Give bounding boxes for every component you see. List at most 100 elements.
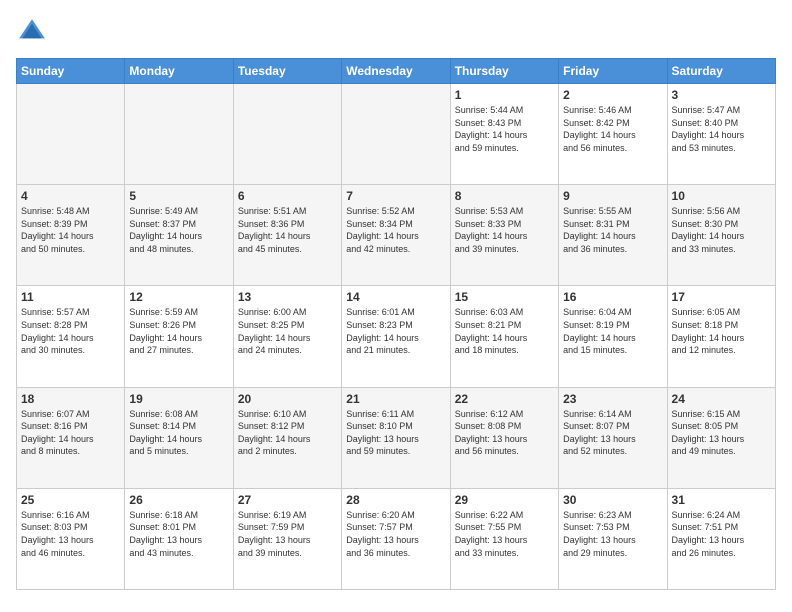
day-info: Sunrise: 5:47 AM Sunset: 8:40 PM Dayligh… (672, 104, 771, 154)
calendar-cell: 31Sunrise: 6:24 AM Sunset: 7:51 PM Dayli… (667, 488, 775, 589)
calendar-table: SundayMondayTuesdayWednesdayThursdayFrid… (16, 58, 776, 590)
day-number: 12 (129, 290, 228, 304)
calendar-cell: 13Sunrise: 6:00 AM Sunset: 8:25 PM Dayli… (233, 286, 341, 387)
calendar-cell: 21 Sunrise: 6:11 AM Sunset: 8:10 PM Dayli… (342, 387, 450, 488)
calendar-cell: 1Sunrise: 5:44 AM Sunset: 8:43 PM Daylig… (450, 84, 558, 185)
day-number: 14 (346, 290, 445, 304)
calendar-cell: 7 Sunrise: 5:52 AM Sunset: 8:34 PM Daylig… (342, 185, 450, 286)
day-number: 21 (346, 392, 445, 406)
day-number: 23 (563, 392, 662, 406)
day-header: Tuesday (233, 59, 341, 84)
day-info: Sunrise: 6:04 AM Sunset: 8:19 PM Dayligh… (563, 306, 662, 356)
calendar-cell: 5 Sunrise: 5:49 AM Sunset: 8:37 PM Daylig… (125, 185, 233, 286)
day-number: 29 (455, 493, 554, 507)
day-info: Sunrise: 5:55 AM Sunset: 8:31 PM Dayligh… (563, 205, 662, 255)
calendar-cell: 27Sunrise: 6:19 AM Sunset: 7:59 PM Dayli… (233, 488, 341, 589)
calendar-cell (233, 84, 341, 185)
day-number: 24 (672, 392, 771, 406)
day-number: 20 (238, 392, 337, 406)
day-number: 10 (672, 189, 771, 203)
calendar-week: 4Sunrise: 5:48 AM Sunset: 8:39 PM Daylig… (17, 185, 776, 286)
calendar-cell: 14 Sunrise: 6:01 AM Sunset: 8:23 PM Dayli… (342, 286, 450, 387)
logo (16, 16, 52, 48)
day-header: Wednesday (342, 59, 450, 84)
calendar-cell: 8 Sunrise: 5:53 AM Sunset: 8:33 PM Daylig… (450, 185, 558, 286)
calendar-cell: 28 Sunrise: 6:20 AM Sunset: 7:57 PM Dayli… (342, 488, 450, 589)
day-number: 25 (21, 493, 120, 507)
day-number: 17 (672, 290, 771, 304)
calendar-cell: 22 Sunrise: 6:12 AM Sunset: 8:08 PM Dayli… (450, 387, 558, 488)
day-info: Sunrise: 5:56 AM Sunset: 8:30 PM Dayligh… (672, 205, 771, 255)
day-number: 8 (455, 189, 554, 203)
day-info: Sunrise: 6:07 AM Sunset: 8:16 PM Dayligh… (21, 408, 120, 458)
day-info: Sunrise: 5:49 AM Sunset: 8:37 PM Dayligh… (129, 205, 228, 255)
calendar-cell: 4Sunrise: 5:48 AM Sunset: 8:39 PM Daylig… (17, 185, 125, 286)
calendar-week: 11 Sunrise: 5:57 AM Sunset: 8:28 PM Dayli… (17, 286, 776, 387)
calendar-cell: 24 Sunrise: 6:15 AM Sunset: 8:05 PM Dayli… (667, 387, 775, 488)
calendar-cell: 3 Sunrise: 5:47 AM Sunset: 8:40 PM Daylig… (667, 84, 775, 185)
calendar-week: 25 Sunrise: 6:16 AM Sunset: 8:03 PM Dayli… (17, 488, 776, 589)
day-info: Sunrise: 6:22 AM Sunset: 7:55 PM Dayligh… (455, 509, 554, 559)
day-info: Sunrise: 6:20 AM Sunset: 7:57 PM Dayligh… (346, 509, 445, 559)
day-info: Sunrise: 6:03 AM Sunset: 8:21 PM Dayligh… (455, 306, 554, 356)
day-info: Sunrise: 6:05 AM Sunset: 8:18 PM Dayligh… (672, 306, 771, 356)
day-info: Sunrise: 5:57 AM Sunset: 8:28 PM Dayligh… (21, 306, 120, 356)
day-number: 4 (21, 189, 120, 203)
day-number: 30 (563, 493, 662, 507)
calendar-cell: 12 Sunrise: 5:59 AM Sunset: 8:26 PM Dayli… (125, 286, 233, 387)
calendar-cell: 23 Sunrise: 6:14 AM Sunset: 8:07 PM Dayli… (559, 387, 667, 488)
day-info: Sunrise: 6:10 AM Sunset: 8:12 PM Dayligh… (238, 408, 337, 458)
day-header: Sunday (17, 59, 125, 84)
calendar-cell: 9Sunrise: 5:55 AM Sunset: 8:31 PM Daylig… (559, 185, 667, 286)
day-info: Sunrise: 5:51 AM Sunset: 8:36 PM Dayligh… (238, 205, 337, 255)
calendar-cell: 18 Sunrise: 6:07 AM Sunset: 8:16 PM Dayli… (17, 387, 125, 488)
day-info: Sunrise: 6:24 AM Sunset: 7:51 PM Dayligh… (672, 509, 771, 559)
day-number: 6 (238, 189, 337, 203)
header (16, 16, 776, 48)
day-number: 19 (129, 392, 228, 406)
day-info: Sunrise: 6:18 AM Sunset: 8:01 PM Dayligh… (129, 509, 228, 559)
calendar-cell: 25 Sunrise: 6:16 AM Sunset: 8:03 PM Dayli… (17, 488, 125, 589)
day-info: Sunrise: 5:59 AM Sunset: 8:26 PM Dayligh… (129, 306, 228, 356)
calendar-week: 1Sunrise: 5:44 AM Sunset: 8:43 PM Daylig… (17, 84, 776, 185)
day-header: Friday (559, 59, 667, 84)
header-row: SundayMondayTuesdayWednesdayThursdayFrid… (17, 59, 776, 84)
calendar-cell: 17 Sunrise: 6:05 AM Sunset: 8:18 PM Dayli… (667, 286, 775, 387)
logo-icon (16, 16, 48, 48)
calendar-cell: 16 Sunrise: 6:04 AM Sunset: 8:19 PM Dayli… (559, 286, 667, 387)
day-info: Sunrise: 6:01 AM Sunset: 8:23 PM Dayligh… (346, 306, 445, 356)
day-header: Monday (125, 59, 233, 84)
day-info: Sunrise: 5:53 AM Sunset: 8:33 PM Dayligh… (455, 205, 554, 255)
calendar-cell: 30 Sunrise: 6:23 AM Sunset: 7:53 PM Dayli… (559, 488, 667, 589)
day-info: Sunrise: 6:19 AM Sunset: 7:59 PM Dayligh… (238, 509, 337, 559)
calendar-cell: 20 Sunrise: 6:10 AM Sunset: 8:12 PM Dayli… (233, 387, 341, 488)
day-info: Sunrise: 6:16 AM Sunset: 8:03 PM Dayligh… (21, 509, 120, 559)
calendar-cell: 2Sunrise: 5:46 AM Sunset: 8:42 PM Daylig… (559, 84, 667, 185)
day-number: 18 (21, 392, 120, 406)
day-info: Sunrise: 6:11 AM Sunset: 8:10 PM Dayligh… (346, 408, 445, 458)
day-number: 5 (129, 189, 228, 203)
day-info: Sunrise: 6:12 AM Sunset: 8:08 PM Dayligh… (455, 408, 554, 458)
day-number: 22 (455, 392, 554, 406)
day-info: Sunrise: 6:00 AM Sunset: 8:25 PM Dayligh… (238, 306, 337, 356)
calendar-cell: 6 Sunrise: 5:51 AM Sunset: 8:36 PM Daylig… (233, 185, 341, 286)
calendar-cell (17, 84, 125, 185)
day-number: 11 (21, 290, 120, 304)
day-number: 7 (346, 189, 445, 203)
day-info: Sunrise: 5:52 AM Sunset: 8:34 PM Dayligh… (346, 205, 445, 255)
calendar-cell (342, 84, 450, 185)
calendar-cell: 26Sunrise: 6:18 AM Sunset: 8:01 PM Dayli… (125, 488, 233, 589)
day-info: Sunrise: 6:08 AM Sunset: 8:14 PM Dayligh… (129, 408, 228, 458)
day-info: Sunrise: 6:15 AM Sunset: 8:05 PM Dayligh… (672, 408, 771, 458)
day-number: 15 (455, 290, 554, 304)
calendar-cell: 19 Sunrise: 6:08 AM Sunset: 8:14 PM Dayli… (125, 387, 233, 488)
calendar-cell (125, 84, 233, 185)
day-info: Sunrise: 6:14 AM Sunset: 8:07 PM Dayligh… (563, 408, 662, 458)
page: SundayMondayTuesdayWednesdayThursdayFrid… (0, 0, 792, 612)
day-number: 3 (672, 88, 771, 102)
day-number: 16 (563, 290, 662, 304)
day-info: Sunrise: 6:23 AM Sunset: 7:53 PM Dayligh… (563, 509, 662, 559)
calendar-week: 18 Sunrise: 6:07 AM Sunset: 8:16 PM Dayli… (17, 387, 776, 488)
day-number: 28 (346, 493, 445, 507)
day-info: Sunrise: 5:44 AM Sunset: 8:43 PM Dayligh… (455, 104, 554, 154)
